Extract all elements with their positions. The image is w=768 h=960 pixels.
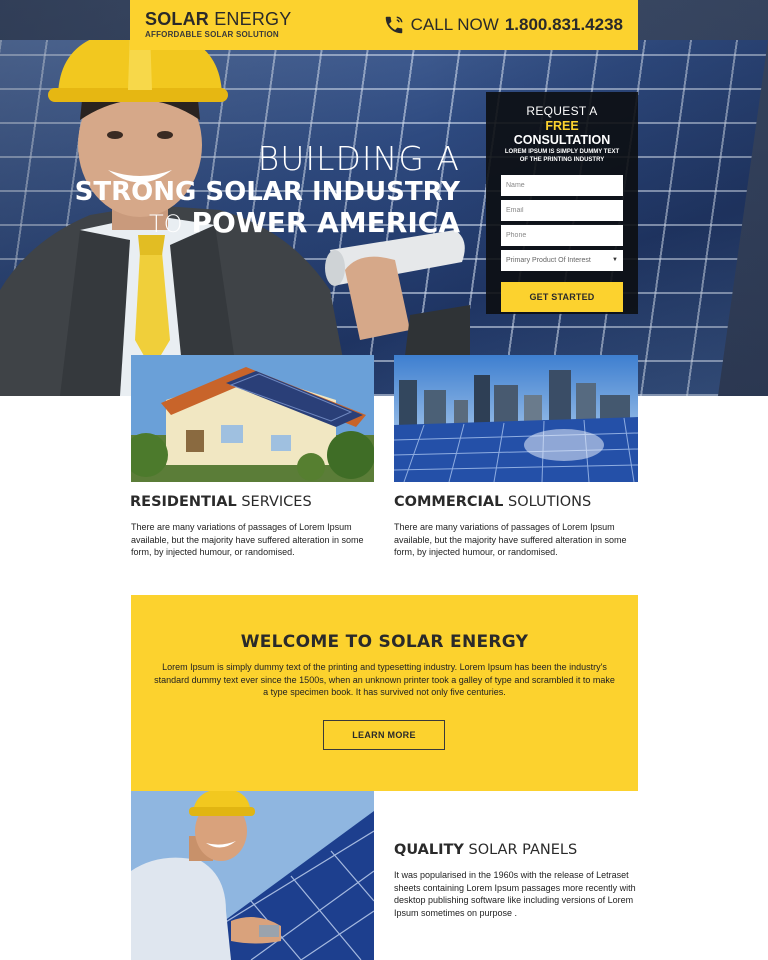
headline-prefix: TO	[149, 210, 183, 238]
residential-title-light: SERVICES	[241, 494, 312, 510]
residential-image	[131, 355, 374, 482]
commercial-image	[394, 355, 638, 482]
headline-line-3: TO POWER AMERICA	[75, 209, 460, 237]
commercial-text: There are many variations of passages of…	[394, 522, 627, 557]
welcome-text: Lorem Ipsum is simply dummy text of the …	[154, 662, 615, 697]
quality-title: QUALITY SOLAR PANELS	[394, 842, 577, 858]
quality-title-light: SOLAR PANELS	[468, 842, 578, 858]
logo-tagline: AFFORDABLE SOLAR SOLUTION	[145, 30, 279, 39]
quality-title-strong: QUALITY	[394, 842, 464, 858]
consultation-form: REQUEST A FREE CONSULTATION LOREM IPSUM …	[486, 92, 638, 314]
hero-headline: BUILDING A STRONG SOLAR INDUSTRY TO POWE…	[75, 142, 460, 237]
chevron-down-icon: ▼	[612, 257, 618, 264]
commercial-title-strong: COMMERCIAL	[394, 494, 504, 510]
quality-text: It was popularised in the 1960s with the…	[394, 870, 636, 918]
phone-number: 1.800.831.4238	[504, 15, 623, 34]
call-now[interactable]: CALL NOW 1.800.831.4238	[383, 14, 623, 36]
welcome-section: WELCOME TO SOLAR ENERGY Lorem Ipsum is s…	[131, 595, 638, 791]
logo-strong: SOLAR	[145, 9, 209, 29]
get-started-button[interactable]: GET STARTED	[501, 281, 623, 312]
form-title-free: FREE	[545, 119, 579, 133]
form-title-line-2: FREE CONSULTATION	[500, 119, 624, 147]
logo[interactable]: SOLAR ENERGY	[145, 9, 291, 30]
product-select[interactable]: Primary Product Of Interest ▼	[501, 249, 623, 271]
headline-line-1: BUILDING A	[257, 139, 460, 178]
name-input[interactable]	[501, 174, 623, 196]
commercial-title: COMMERCIAL SOLUTIONS	[394, 494, 591, 510]
learn-more-button[interactable]: LEARN MORE	[323, 720, 445, 750]
phone-input[interactable]	[501, 224, 623, 246]
product-select-value: Primary Product Of Interest	[506, 256, 591, 264]
form-subtitle: LOREM IPSUM IS SIMPLY DUMMY TEXT OF THE …	[504, 149, 620, 163]
residential-title-strong: RESIDENTIAL	[130, 494, 237, 510]
headline-strong: POWER AMERICA	[191, 206, 460, 239]
residential-title: RESIDENTIAL SERVICES	[130, 494, 312, 510]
welcome-title: WELCOME TO SOLAR ENERGY	[240, 632, 529, 652]
worker-photo	[131, 791, 374, 960]
logo-light: ENERGY	[214, 9, 292, 29]
email-input[interactable]	[501, 199, 623, 221]
phone-icon	[385, 16, 403, 34]
form-title-line-1: REQUEST A	[526, 104, 598, 118]
residential-text: There are many variations of passages of…	[131, 522, 364, 557]
call-label: CALL NOW	[410, 15, 499, 34]
commercial-title-light: SOLUTIONS	[508, 494, 592, 510]
header-bar: SOLAR ENERGY AFFORDABLE SOLAR SOLUTION C…	[130, 0, 638, 50]
headline-line-2: STRONG SOLAR INDUSTRY	[74, 177, 460, 207]
form-title-rest: CONSULTATION	[513, 133, 611, 147]
